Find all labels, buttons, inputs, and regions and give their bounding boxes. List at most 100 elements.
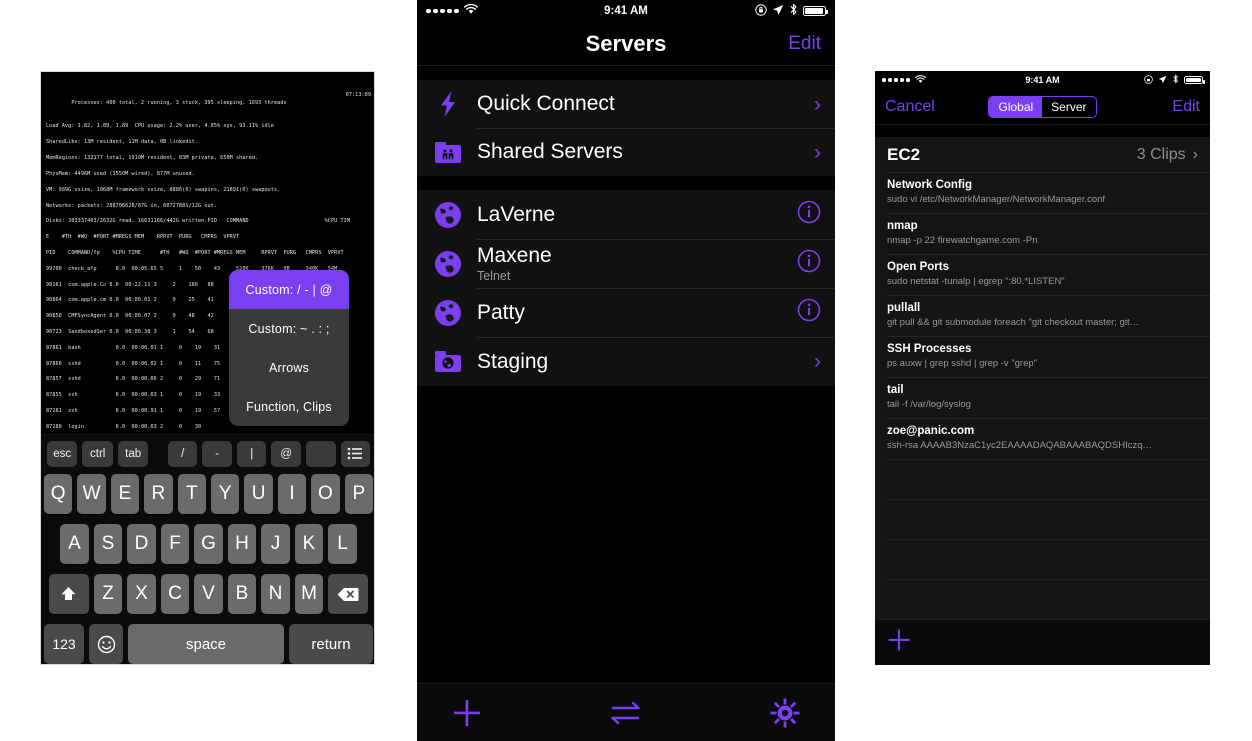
edit-button[interactable]: Edit [1172, 98, 1200, 116]
key-x[interactable]: X [127, 574, 156, 614]
key-return[interactable]: return [289, 624, 373, 664]
key-label: 123 [52, 636, 76, 652]
key-obscured-by-popup[interactable] [305, 440, 336, 467]
info-button[interactable] [797, 298, 821, 327]
key-label: U [251, 483, 266, 504]
key-v[interactable]: V [194, 574, 223, 614]
key-p[interactable]: P [344, 474, 374, 514]
key-u[interactable]: U [244, 474, 273, 514]
list-item-label: Patty [477, 300, 525, 324]
software-keyboard[interactable]: esc ctrl tab / - | @ Q W E R T Y U I O P… [41, 433, 374, 664]
popup-item-custom-2[interactable]: Custom: ~ . : ; [229, 309, 349, 348]
list-item-quick-connect[interactable]: Quick Connect › [417, 80, 835, 128]
info-button[interactable] [797, 200, 821, 229]
key-s[interactable]: S [93, 524, 123, 564]
key-c[interactable]: C [160, 574, 190, 614]
section-gap [417, 66, 835, 80]
keyboard-accessory-popup-menu[interactable]: Custom: / - | @ Custom: ~ . : ; Arrows F… [229, 270, 349, 426]
list-item-clip[interactable]: pullall git pull && git submodule foreac… [875, 295, 1210, 336]
key-label: V [202, 583, 215, 604]
key-m[interactable]: M [294, 574, 324, 614]
key-numeric-switch[interactable]: 123 [44, 624, 84, 664]
key-tab[interactable]: tab [117, 440, 149, 467]
key-o[interactable]: O [311, 474, 340, 514]
key-n[interactable]: N [261, 574, 290, 614]
segment-global[interactable]: Global [989, 96, 1043, 117]
key-label: Q [50, 483, 66, 504]
globe-folder-icon [431, 351, 465, 372]
keyboard-letter-rows[interactable]: Q W E R T Y U I O P A S D F G H J K L Z … [41, 474, 374, 664]
list-item-patty[interactable]: Patty [417, 288, 835, 337]
list-icon[interactable] [340, 440, 371, 467]
keyboard-accessory-toolbar[interactable]: esc ctrl tab / - | @ [41, 433, 374, 474]
key-esc[interactable]: esc [47, 440, 78, 467]
key-i[interactable]: I [277, 474, 307, 514]
list-item-shared-servers[interactable]: Shared Servers › [417, 128, 835, 176]
list-item-clip[interactable]: zoe@panic.com ssh-rsa AAAAB3NzaC1yc2EAAA… [875, 418, 1210, 459]
edit-button[interactable]: Edit [788, 33, 821, 55]
key-ctrl[interactable]: ctrl [82, 440, 113, 467]
emoji-icon[interactable] [89, 624, 123, 664]
popup-item-custom-1[interactable]: Custom: / - | @ [229, 270, 349, 309]
navigation-bar: Servers Edit [417, 22, 835, 66]
key-e[interactable]: E [110, 474, 140, 514]
globe-icon [431, 201, 465, 229]
info-button[interactable] [797, 249, 821, 278]
keyboard-row-1[interactable]: Q W E R T Y U I O P [43, 474, 374, 514]
key-h[interactable]: H [227, 524, 257, 564]
key-l[interactable]: L [328, 524, 357, 564]
key-label: I [289, 483, 295, 504]
clips-group-header[interactable]: EC2 3 Clips › [875, 137, 1210, 172]
list-item-maxene[interactable]: Maxene Telnet [417, 239, 835, 288]
scope-segmented-control[interactable]: Global Server [988, 95, 1097, 118]
list-item-clip[interactable]: Network Config sudo vi /etc/NetworkManag… [875, 172, 1210, 213]
key-r[interactable]: R [144, 474, 173, 514]
key-f[interactable]: F [160, 524, 190, 564]
shift-icon[interactable] [48, 574, 89, 614]
key-at[interactable]: @ [271, 440, 301, 467]
key-slash[interactable]: / [167, 440, 198, 467]
key-g[interactable]: G [194, 524, 223, 564]
key-space[interactable]: space [128, 624, 284, 664]
list-item-clip[interactable]: SSH Processes ps auxw | grep sshd | grep… [875, 336, 1210, 377]
bottom-toolbar [417, 683, 835, 741]
segment-server[interactable]: Server [1042, 96, 1096, 117]
key-j[interactable]: J [261, 524, 290, 564]
key-z[interactable]: Z [93, 574, 123, 614]
key-label: C [168, 583, 182, 604]
key-q[interactable]: Q [43, 474, 73, 514]
terminal-header-line-4: PhysMem: 4496M used (1550M wired), 877M … [46, 170, 195, 177]
section-gap [417, 176, 835, 190]
list-item-staging[interactable]: Staging › [417, 337, 835, 386]
key-d[interactable]: D [127, 524, 156, 564]
swap-arrows-icon[interactable] [507, 699, 745, 727]
plus-icon[interactable] [887, 628, 911, 657]
key-b[interactable]: B [227, 574, 257, 614]
key-t[interactable]: T [177, 474, 206, 514]
key-w[interactable]: W [77, 474, 106, 514]
list-item-clip[interactable]: Open Ports sudo netstat -tunalp | egrep … [875, 254, 1210, 295]
list-item-clip[interactable]: nmap nmap -p 22 firewatchgame.com -Pn [875, 213, 1210, 254]
key-hyphen[interactable]: - [202, 440, 232, 467]
popup-item-arrows[interactable]: Arrows [229, 348, 349, 387]
keyboard-row-4[interactable]: 123 space return [44, 624, 373, 664]
right-phone-clips-screen: 9:41 AM Cancel Global Server Edit EC2 3 … [875, 71, 1210, 665]
gear-icon[interactable] [745, 698, 825, 728]
key-k[interactable]: K [294, 524, 324, 564]
keyboard-row-3[interactable]: Z X C V B N M [44, 574, 373, 614]
key-label: return [311, 635, 351, 653]
list-item-laverne[interactable]: LaVerne [417, 190, 835, 239]
plus-icon[interactable] [427, 698, 507, 728]
status-bar: 9:41 AM [875, 71, 1210, 89]
clip-title: zoe@panic.com [887, 425, 975, 437]
cancel-button[interactable]: Cancel [885, 98, 935, 116]
keyboard-row-2[interactable]: A S D F G H J K L [44, 524, 373, 564]
popup-item-function-clips[interactable]: Function, Clips [229, 387, 349, 426]
key-label: O [318, 483, 333, 504]
key-pipe[interactable]: | [236, 440, 267, 467]
list-item-clip[interactable]: tail tail -f /var/log/syslog [875, 377, 1210, 418]
key-y[interactable]: Y [211, 474, 240, 514]
key-a[interactable]: A [60, 524, 89, 564]
navigation-bar: Cancel Global Server Edit [875, 89, 1210, 125]
backspace-icon[interactable] [328, 574, 369, 614]
